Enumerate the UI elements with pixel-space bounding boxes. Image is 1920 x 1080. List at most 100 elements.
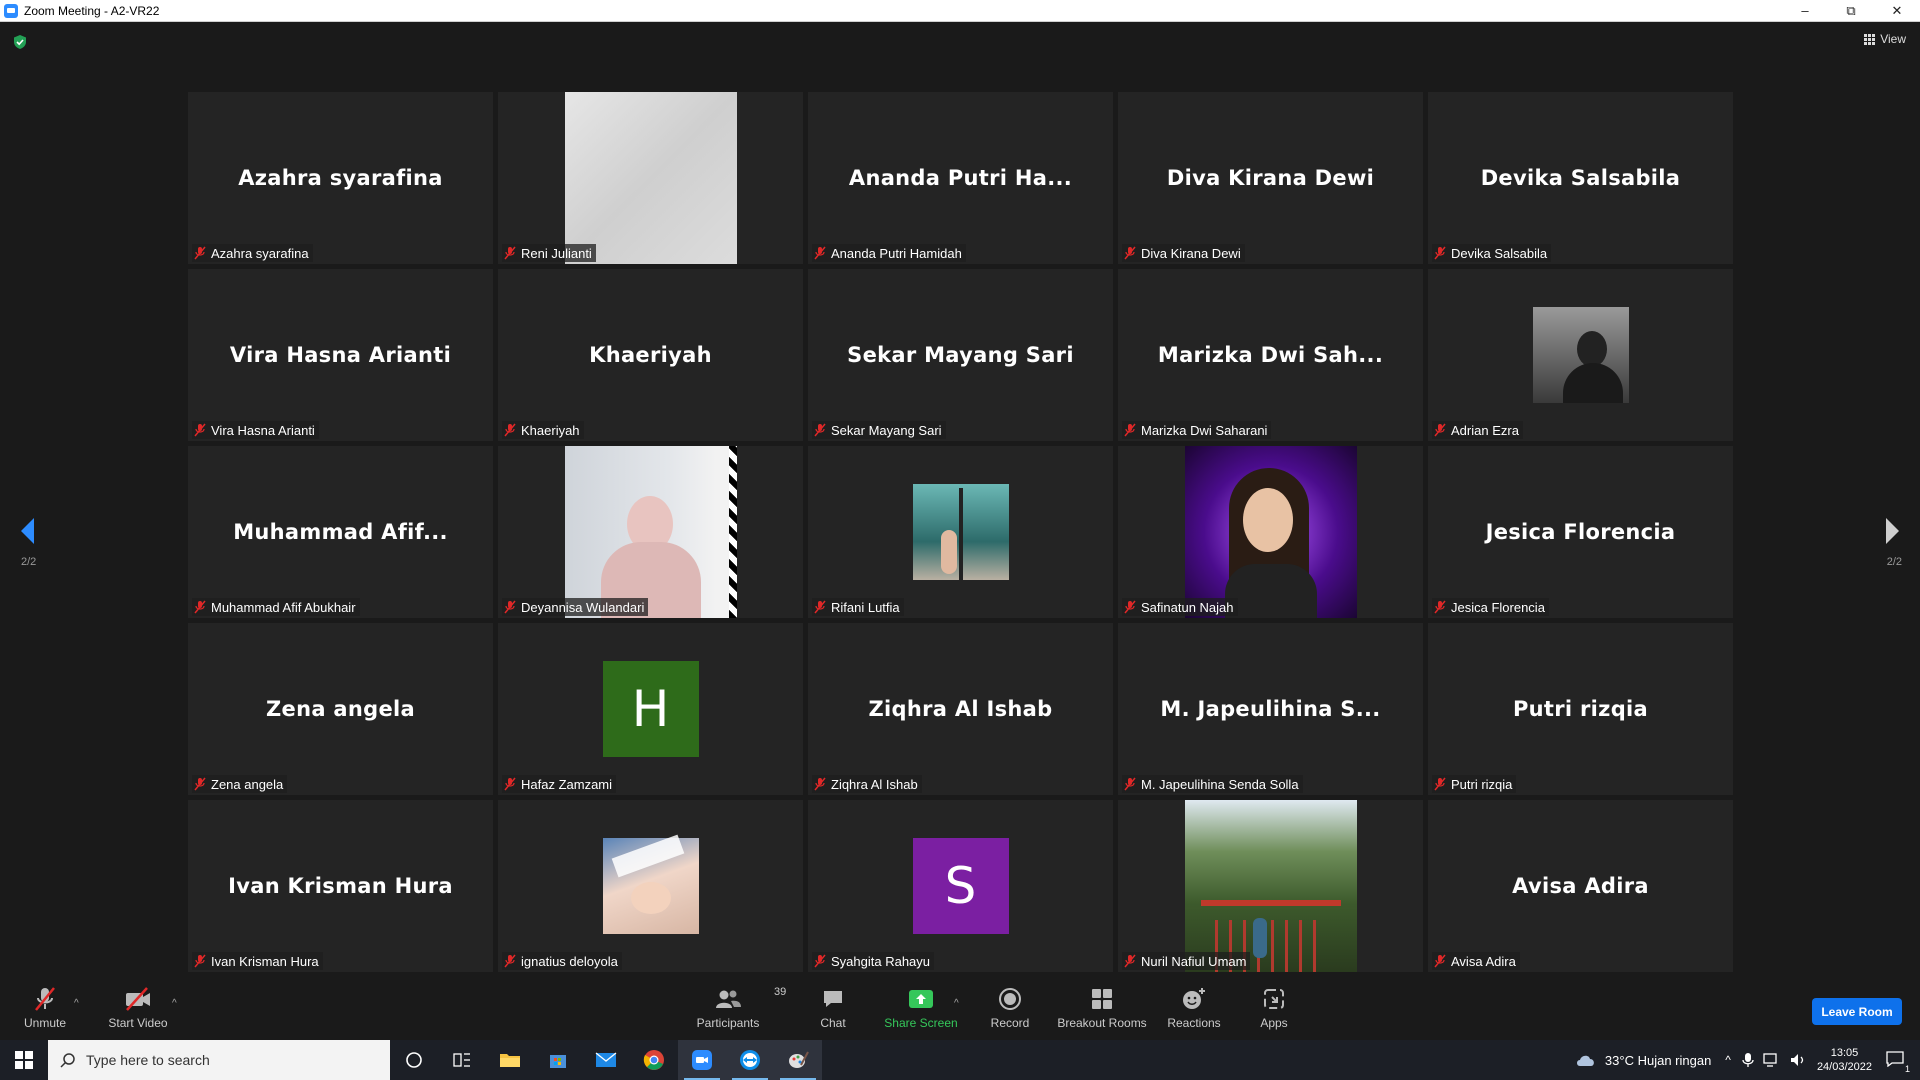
security-shield-icon[interactable]	[12, 34, 28, 50]
audio-options-caret-icon[interactable]: ^	[74, 998, 79, 1009]
participant-name: M. Japeulihina Senda Solla	[1141, 776, 1299, 792]
participant-tile[interactable]: Adrian Ezra	[1428, 269, 1733, 441]
muted-mic-icon	[1434, 777, 1446, 791]
window-title: Zoom Meeting - A2-VR22	[24, 3, 160, 18]
video-options-caret-icon[interactable]: ^	[172, 998, 177, 1009]
previous-page-arrow-icon[interactable]	[18, 516, 38, 546]
muted-microphone-icon	[35, 987, 55, 1011]
participant-tile[interactable]: Ivan Krisman Hura Ivan Krisman Hura	[188, 800, 493, 972]
participant-video-photo	[1184, 446, 1357, 618]
participant-tile[interactable]: Muhammad Afif... Muhammad Afif Abukhair	[188, 446, 493, 618]
close-button[interactable]: ✕	[1874, 0, 1920, 22]
participant-tile[interactable]: Jesica Florencia Jesica Florencia	[1428, 446, 1733, 618]
breakout-rooms-button[interactable]: Breakout Rooms	[1057, 984, 1147, 1030]
chat-button[interactable]: Chat	[788, 984, 878, 1030]
notification-count: 1	[1904, 1063, 1910, 1074]
chrome-button[interactable]	[630, 1040, 678, 1080]
gallery-grid: Azahra syarafina Azahra syarafina Reni Jul…	[188, 92, 1733, 972]
participant-tile[interactable]: Nuril Nafiul Umam	[1118, 800, 1423, 972]
restore-button[interactable]: ⧉	[1828, 0, 1874, 22]
participant-name-label: Diva Kirana Dewi	[1122, 244, 1245, 262]
participant-tile[interactable]: Marizka Dwi Sah... Marizka Dwi Saharani	[1118, 269, 1423, 441]
participant-tile[interactable]: M. Japeulihina S... M. Japeulihina Senda …	[1118, 623, 1423, 795]
microphone-tray-icon[interactable]	[1741, 1052, 1755, 1068]
meeting-toolbar: Unmute ^ Start Video ^ 39 Participants C…	[0, 978, 1920, 1040]
participant-tile[interactable]: Rifani Lutfia	[808, 446, 1113, 618]
zoom-taskbar-button[interactable]	[678, 1040, 726, 1080]
participant-tile[interactable]: Safinatun Najah	[1118, 446, 1423, 618]
participant-tile[interactable]: Zena angela Zena angela	[188, 623, 493, 795]
participant-tile[interactable]: ignatius deloyola	[498, 800, 803, 972]
apps-button[interactable]: Apps	[1229, 984, 1319, 1030]
participant-tile[interactable]: Devika Salsabila Devika Salsabila	[1428, 92, 1733, 264]
teamviewer-button[interactable]	[726, 1040, 774, 1080]
tray-overflow-chevron-icon[interactable]: ^	[1725, 1053, 1731, 1067]
leave-room-button[interactable]: Leave Room	[1812, 998, 1902, 1025]
task-view-button[interactable]	[438, 1040, 486, 1080]
apps-icon	[1264, 989, 1284, 1009]
next-page-arrow-icon[interactable]	[1882, 516, 1902, 546]
start-button[interactable]	[0, 1040, 48, 1080]
search-placeholder: Type here to search	[86, 1052, 210, 1068]
participant-name: Zena angela	[211, 776, 284, 792]
weather-text[interactable]: 33°C Hujan ringan	[1605, 1053, 1711, 1068]
taskbar-search-box[interactable]: Type here to search	[48, 1040, 390, 1080]
taskbar-clock[interactable]: 13:05 24/03/2022	[1817, 1046, 1872, 1074]
paint-app-button[interactable]	[774, 1040, 822, 1080]
start-video-button[interactable]: Start Video	[93, 984, 183, 1030]
participant-tile[interactable]: Azahra syarafina Azahra syarafina	[188, 92, 493, 264]
microsoft-store-button[interactable]	[534, 1040, 582, 1080]
minimize-button[interactable]: –	[1782, 0, 1828, 22]
muted-mic-icon	[504, 246, 516, 260]
participant-display-name: Sekar Mayang Sari	[847, 343, 1074, 367]
participant-video-photo	[1184, 800, 1357, 972]
participant-display-name: Jesica Florencia	[1485, 520, 1676, 544]
weather-cloud-icon[interactable]	[1575, 1052, 1597, 1068]
file-explorer-button[interactable]	[486, 1040, 534, 1080]
participant-tile[interactable]: H Hafaz Zamzami	[498, 623, 803, 795]
participant-tile[interactable]: Reni Julianti	[498, 92, 803, 264]
page-indicator-left: 2/2	[21, 556, 37, 568]
participant-tile[interactable]: Sekar Mayang Sari Sekar Mayang Sari	[808, 269, 1113, 441]
share-screen-button[interactable]: Share Screen	[876, 984, 966, 1030]
participant-tile[interactable]: Khaeriyah Khaeriyah	[498, 269, 803, 441]
participant-display-name: Vira Hasna Arianti	[229, 343, 452, 367]
participants-icon	[716, 990, 741, 1008]
participant-name: Rifani Lutfia	[831, 599, 900, 615]
participant-video-photo	[564, 92, 737, 264]
muted-mic-icon	[1434, 246, 1446, 260]
participant-name-label: Zena angela	[192, 775, 288, 793]
muted-mic-icon	[814, 954, 826, 968]
participant-name: Devika Salsabila	[1451, 245, 1548, 261]
record-button[interactable]: Record	[965, 984, 1055, 1030]
view-button[interactable]: View	[1864, 32, 1906, 46]
participant-tile[interactable]: Diva Kirana Dewi Diva Kirana Dewi	[1118, 92, 1423, 264]
mail-button[interactable]	[582, 1040, 630, 1080]
participant-tile[interactable]: Ziqhra Al Ishab Ziqhra Al Ishab	[808, 623, 1113, 795]
participant-name: Reni Julianti	[521, 245, 592, 261]
participant-tile[interactable]: S Syahgita Rahayu	[808, 800, 1113, 972]
reactions-button[interactable]: Reactions	[1149, 984, 1239, 1030]
participant-name-label: Safinatun Najah	[1122, 598, 1238, 616]
participant-tile[interactable]: Deyannisa Wulandari	[498, 446, 803, 618]
participant-tile[interactable]: Vira Hasna Arianti Vira Hasna Arianti	[188, 269, 493, 441]
participant-tile[interactable]: Putri rizqia Putri rizqia	[1428, 623, 1733, 795]
muted-mic-icon	[194, 777, 206, 791]
participant-name: Nuril Nafiul Umam	[1141, 953, 1247, 969]
participant-name-label: Sekar Mayang Sari	[812, 421, 946, 439]
participant-name: Deyannisa Wulandari	[521, 599, 645, 615]
participant-tile[interactable]: Ananda Putri Ha... Ananda Putri Hamidah	[808, 92, 1113, 264]
participant-name: Syahgita Rahayu	[831, 953, 931, 969]
muted-mic-icon	[194, 423, 206, 437]
participants-button[interactable]: 39 Participants	[683, 984, 787, 1030]
participant-tile[interactable]: Avisa Adira Avisa Adira	[1428, 800, 1733, 972]
participant-name: Ziqhra Al Ishab	[831, 776, 918, 792]
participant-name-label: Deyannisa Wulandari	[502, 598, 649, 616]
share-options-caret-icon[interactable]: ^	[954, 998, 959, 1009]
action-center-button[interactable]: 1	[1886, 1050, 1910, 1074]
volume-icon[interactable]	[1789, 1052, 1807, 1068]
cortana-button[interactable]	[390, 1040, 438, 1080]
participant-name: Putri rizqia	[1451, 776, 1513, 792]
view-label: View	[1880, 32, 1906, 46]
network-icon[interactable]	[1763, 1052, 1781, 1068]
